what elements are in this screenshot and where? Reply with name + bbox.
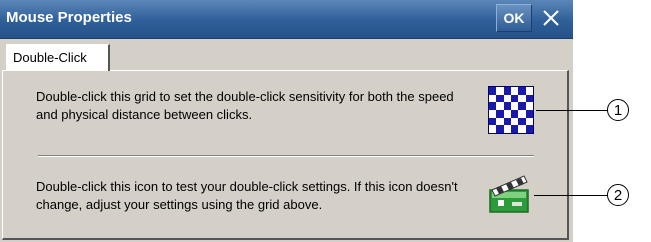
divider [38, 155, 534, 157]
grid-cell [525, 102, 533, 110]
grid-cell [496, 94, 504, 103]
close-button[interactable] [534, 4, 568, 32]
callout-marker-2: 2 [607, 184, 629, 206]
grid-cell [525, 125, 533, 133]
grid-cell [503, 87, 511, 95]
grid-cell [511, 94, 519, 103]
grid-cell [496, 87, 504, 95]
grid-cell [511, 87, 519, 95]
grid-cell [489, 102, 497, 110]
grid-cell [496, 102, 504, 110]
grid-cell [518, 94, 526, 103]
grid-cell [489, 109, 497, 118]
grid-cell [511, 125, 519, 133]
grid-cell [503, 109, 511, 118]
ok-button[interactable]: OK [496, 4, 532, 32]
grid-cell [496, 117, 504, 126]
grid-cell [511, 109, 519, 118]
grid-cell [496, 125, 504, 133]
grid-cell [525, 87, 533, 95]
window-title: Mouse Properties [6, 9, 132, 26]
grid-cell [518, 87, 526, 95]
callout-line-1 [536, 110, 608, 111]
clapperboard-icon[interactable] [488, 172, 532, 214]
grid-cell [496, 109, 504, 118]
title-bar: Mouse Properties OK [0, 0, 573, 39]
grid-cell [518, 109, 526, 118]
grid-cell [489, 94, 497, 103]
grid-cell [518, 102, 526, 110]
mouse-properties-dialog: Mouse Properties OK Double-Click Double-… [0, 0, 573, 242]
test-description: Double-click this icon to test your doub… [36, 179, 458, 212]
grid-cell [518, 125, 526, 133]
grid-cell [503, 94, 511, 103]
grid-cell [503, 125, 511, 133]
grid-cell [489, 125, 497, 133]
grid-cell [489, 87, 497, 95]
grid-description: Double-click this grid to set the double… [36, 89, 454, 122]
grid-cell [525, 94, 533, 103]
grid-cell [518, 117, 526, 126]
grid-cell [503, 102, 511, 110]
checkerboard-grid-icon[interactable] [488, 86, 534, 134]
grid-cell [503, 117, 511, 126]
tab-double-click[interactable]: Double-Click [6, 44, 110, 71]
grid-cell [525, 109, 533, 118]
grid-cell [489, 117, 497, 126]
close-icon [543, 10, 559, 26]
callout-marker-1: 1 [607, 99, 629, 121]
callout-line-2 [534, 195, 608, 196]
grid-cell [511, 117, 519, 126]
grid-cell [511, 102, 519, 110]
grid-cell [525, 117, 533, 126]
